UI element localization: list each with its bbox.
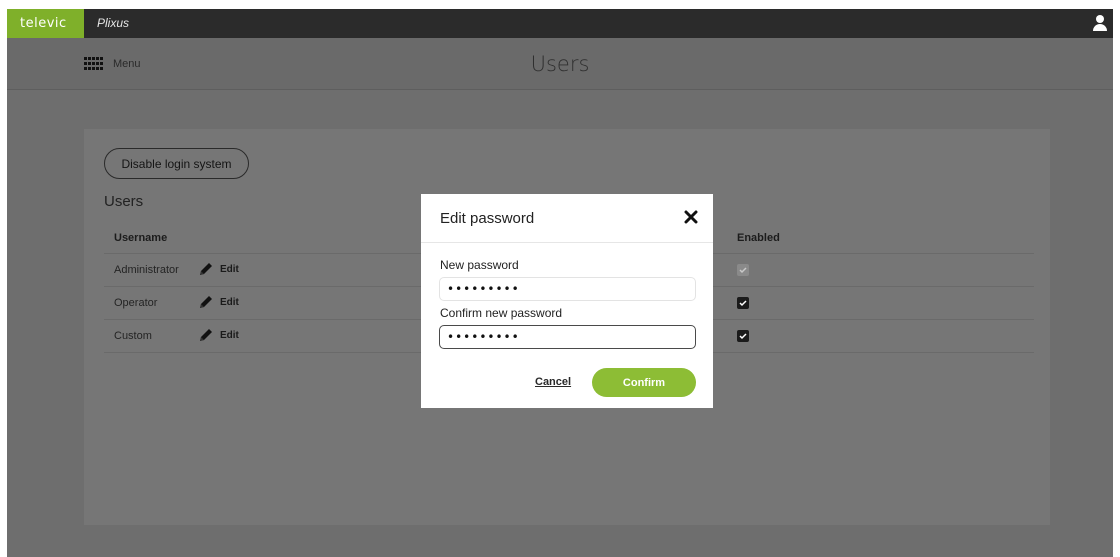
username-cell: Operator xyxy=(114,297,158,309)
edit-label: Edit xyxy=(220,329,239,341)
dialog-header: Edit password xyxy=(421,194,713,243)
user-icon[interactable] xyxy=(1092,15,1108,32)
enabled-checkbox[interactable] xyxy=(737,330,749,342)
new-password-label: New password xyxy=(440,258,519,272)
edit-label: Edit xyxy=(220,263,239,275)
edit-user-button[interactable]: Edit xyxy=(198,294,239,310)
new-password-field[interactable] xyxy=(439,277,696,301)
enabled-checkbox[interactable] xyxy=(737,297,749,309)
confirm-button[interactable]: Confirm xyxy=(592,368,696,397)
edit-label: Edit xyxy=(220,296,239,308)
edit-user-button[interactable]: Edit xyxy=(198,327,239,343)
app-window: televic Plixus Menu Users Disable login … xyxy=(7,9,1113,557)
page-title: Users xyxy=(530,52,590,76)
pencil-icon xyxy=(200,329,212,341)
confirm-password-label: Confirm new password xyxy=(440,306,563,320)
brand-logo: televic xyxy=(7,9,84,38)
edit-password-dialog: Edit password New password Confirm new p… xyxy=(421,194,713,408)
column-header-username: Username xyxy=(114,232,168,244)
username-cell: Administrator xyxy=(114,264,179,276)
cancel-button[interactable]: Cancel xyxy=(535,376,571,388)
enabled-checkbox xyxy=(737,264,749,276)
page-header: Menu Users xyxy=(7,38,1113,90)
close-icon[interactable] xyxy=(684,210,698,224)
pencil-icon xyxy=(200,296,212,308)
dialog-title: Edit password xyxy=(440,210,535,227)
confirm-password-field[interactable] xyxy=(439,325,696,349)
users-section-heading: Users xyxy=(104,193,144,210)
top-bar: televic Plixus xyxy=(7,9,1113,38)
column-header-enabled: Enabled xyxy=(737,232,780,244)
pencil-icon xyxy=(200,263,212,275)
disable-login-system-button[interactable]: Disable login system xyxy=(104,148,249,179)
edit-user-button[interactable]: Edit xyxy=(198,261,239,277)
username-cell: Custom xyxy=(114,330,152,342)
product-name: Plixus xyxy=(97,16,130,30)
